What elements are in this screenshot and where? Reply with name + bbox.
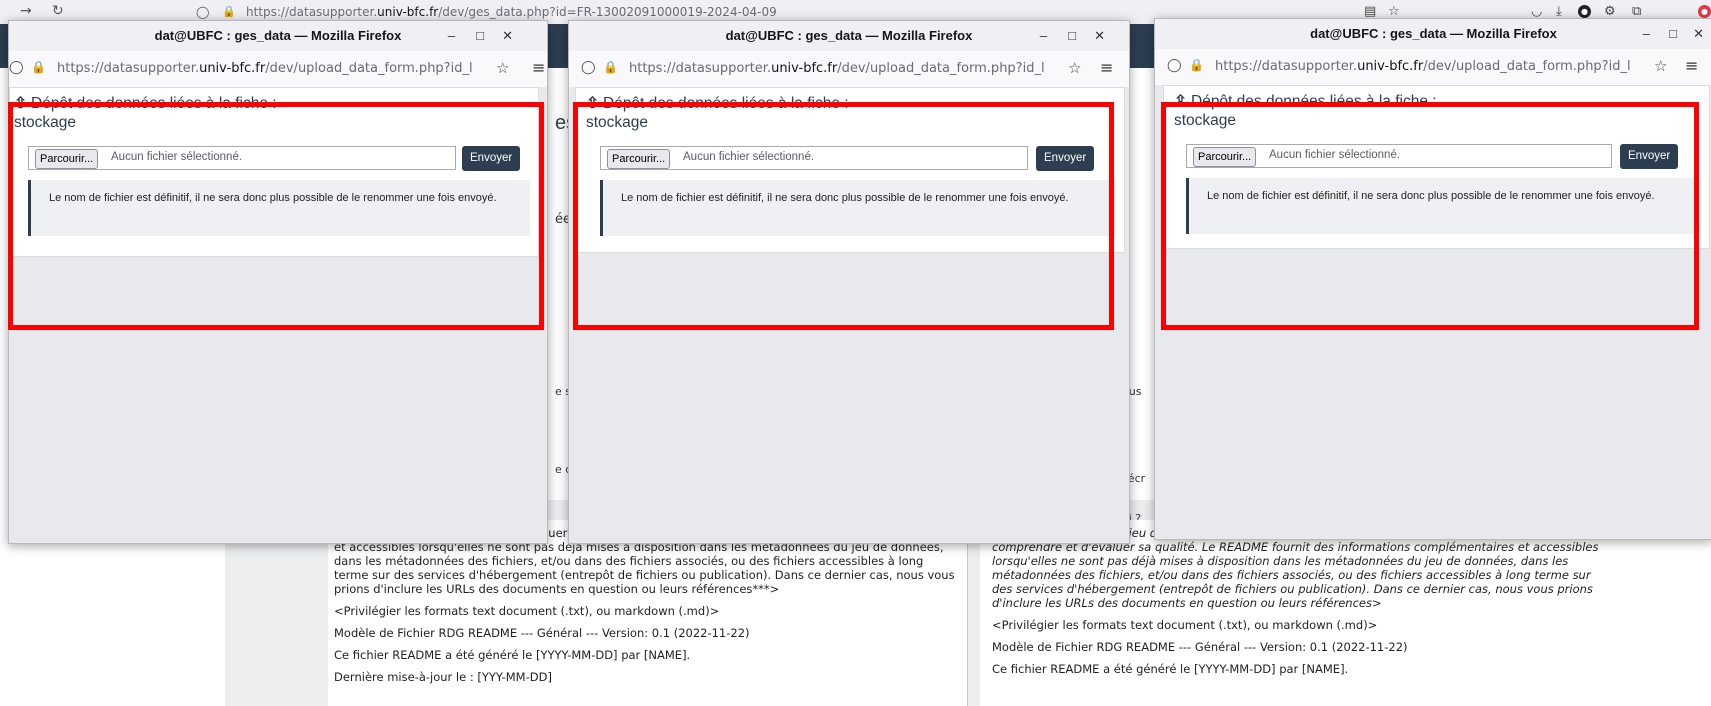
readme-paragraph: Modèle de Fichier RDG README --- Général… [992,640,1408,654]
bookmark-star-icon[interactable]: ☆ [1654,57,1667,75]
readme-paragraph: Ce fichier README a été généré le [YYYY-… [334,648,691,662]
shield-icon[interactable]: ◯ [196,5,209,19]
readme-paragraph: Dernière mise-à-jour le : [YYY-MM-DD] [334,670,552,684]
addon-badge-icon[interactable]: ● [1698,5,1711,18]
lock-icon[interactable]: 🔒 [222,5,236,18]
extension-icon[interactable]: ● [1578,5,1591,18]
shield-icon[interactable]: ◯ [581,60,596,75]
minimize-icon[interactable]: – [448,21,455,51]
maximize-icon[interactable]: □ [476,21,484,51]
minimize-icon[interactable]: – [1040,21,1047,51]
extension-icon[interactable]: ⚙ [1604,4,1616,19]
readme-paragraph: Ce fichier README a été généré le [YYYY-… [992,662,1349,676]
readme-preview-left: réutilisateur de comprendre et d'évaluer… [328,520,968,706]
close-icon[interactable]: ✕ [502,21,513,51]
reader-view-icon[interactable]: ▤ [1364,4,1376,19]
window-title: dat@UBFC : ges_data — Mozilla Firefox [1310,26,1557,41]
menu-icon[interactable]: ≡ [1685,56,1698,75]
url-text[interactable]: https://datasupporter.univ-bfc.fr/dev/up… [629,61,1063,76]
close-icon[interactable]: ✕ [1693,19,1704,49]
highlight-box [573,102,1114,330]
maximize-icon[interactable]: □ [1669,19,1677,49]
url-bar[interactable]: ◯ 🔒 https://datasupporter.univ-bfc.fr/de… [1155,49,1711,86]
highlight-box [1161,102,1699,330]
readme-paragraph: <Privilégier les formats text document (… [992,618,1378,632]
bookmark-star-icon[interactable]: ☆ [1068,59,1081,77]
window-titlebar: dat@UBFC : ges_data — Mozilla Firefox – … [9,21,547,51]
window-titlebar: dat@UBFC : ges_data — Mozilla Firefox – … [569,21,1129,51]
lock-icon[interactable]: 🔒 [1189,58,1204,72]
window-titlebar: dat@UBFC : ges_data — Mozilla Firefox – … [1155,19,1711,49]
bookmark-star-icon[interactable]: ☆ [1388,4,1400,19]
download-icon[interactable]: ⤓ [1556,4,1562,19]
readme-paragraph: Modèle de Fichier RDG README --- Général… [334,626,750,640]
bookmark-star-icon[interactable]: ☆ [496,59,509,77]
maximize-icon[interactable]: □ [1068,21,1076,51]
shield-icon[interactable]: ◯ [9,60,24,75]
minimize-icon[interactable]: – [1643,19,1650,49]
close-icon[interactable]: ✕ [1094,21,1105,51]
screenshot-icon[interactable]: ⧉ [1632,4,1641,19]
forward-icon[interactable]: → [20,3,32,19]
url-text[interactable]: https://datasupporter.univ-bfc.fr/dev/up… [57,61,491,76]
highlight-box [8,102,544,330]
readme-preview-right: La documentation d'un jeu de données doi… [980,520,1620,706]
menu-icon[interactable]: ≡ [1100,58,1113,77]
reload-icon[interactable]: ↻ [52,3,64,19]
url-bar[interactable]: ◯ 🔒 https://datasupporter.univ-bfc.fr/de… [9,51,547,88]
url-text[interactable]: https://datasupporter.univ-bfc.fr/dev/up… [1215,59,1649,74]
main-url-bar[interactable]: https://datasupporter.univ-bfc.fr/dev/ge… [246,5,777,19]
readme-paragraph: <Privilégier les formats text document (… [334,604,720,618]
window-title: dat@UBFC : ges_data — Mozilla Firefox [725,28,973,43]
lock-icon[interactable]: 🔒 [603,60,618,74]
menu-icon[interactable]: ≡ [532,58,545,77]
shield-icon[interactable]: ◯ [1167,58,1182,73]
url-bar[interactable]: ◯ 🔒 https://datasupporter.univ-bfc.fr/de… [569,51,1129,88]
window-title: dat@UBFC : ges_data — Mozilla Firefox [154,28,402,43]
pocket-icon[interactable]: ◡ [1531,4,1542,19]
lock-icon[interactable]: 🔒 [31,60,46,74]
